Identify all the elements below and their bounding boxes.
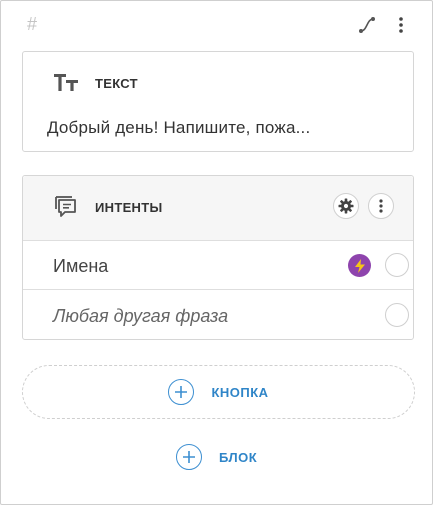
plus-circle-icon xyxy=(176,444,202,470)
connector-icon[interactable] xyxy=(357,15,377,35)
more-vert-icon[interactable] xyxy=(391,15,411,35)
intent-row[interactable]: Имена xyxy=(23,241,413,290)
text-card[interactable]: ТЕКСТ Добрый день! Напишите, пожа... xyxy=(22,51,414,152)
text-format-icon xyxy=(53,72,79,97)
intents-title: ИНТЕНТЫ xyxy=(95,200,163,215)
intent-radio[interactable] xyxy=(385,253,409,277)
chat-message-icon xyxy=(53,194,79,225)
add-block-label: БЛОК xyxy=(219,449,258,465)
plus-circle-icon xyxy=(168,379,195,405)
text-card-title: ТЕКСТ xyxy=(95,76,138,91)
intent-radio[interactable] xyxy=(385,303,409,327)
block-panel: # ТЕКСТ Добрый день! Напишите, пожа... И… xyxy=(0,0,433,505)
text-card-body: Добрый день! Напишите, пожа... xyxy=(47,118,311,137)
more-vert-icon[interactable] xyxy=(368,193,394,219)
intent-row[interactable]: Любая другая фраза xyxy=(23,291,413,340)
bolt-icon xyxy=(348,254,371,277)
gear-icon[interactable] xyxy=(333,193,359,219)
intent-label: Имена xyxy=(53,256,109,276)
hash-symbol: # xyxy=(27,14,38,34)
add-button-label: КНОПКА xyxy=(211,384,269,400)
intents-header: ИНТЕНТЫ xyxy=(23,176,413,241)
add-block-button[interactable]: БЛОК xyxy=(176,442,257,472)
add-button-button[interactable]: КНОПКА xyxy=(22,365,415,419)
intent-label: Любая другая фраза xyxy=(53,306,229,326)
intents-card: ИНТЕНТЫ Имена Любая другая фраза xyxy=(22,175,414,340)
